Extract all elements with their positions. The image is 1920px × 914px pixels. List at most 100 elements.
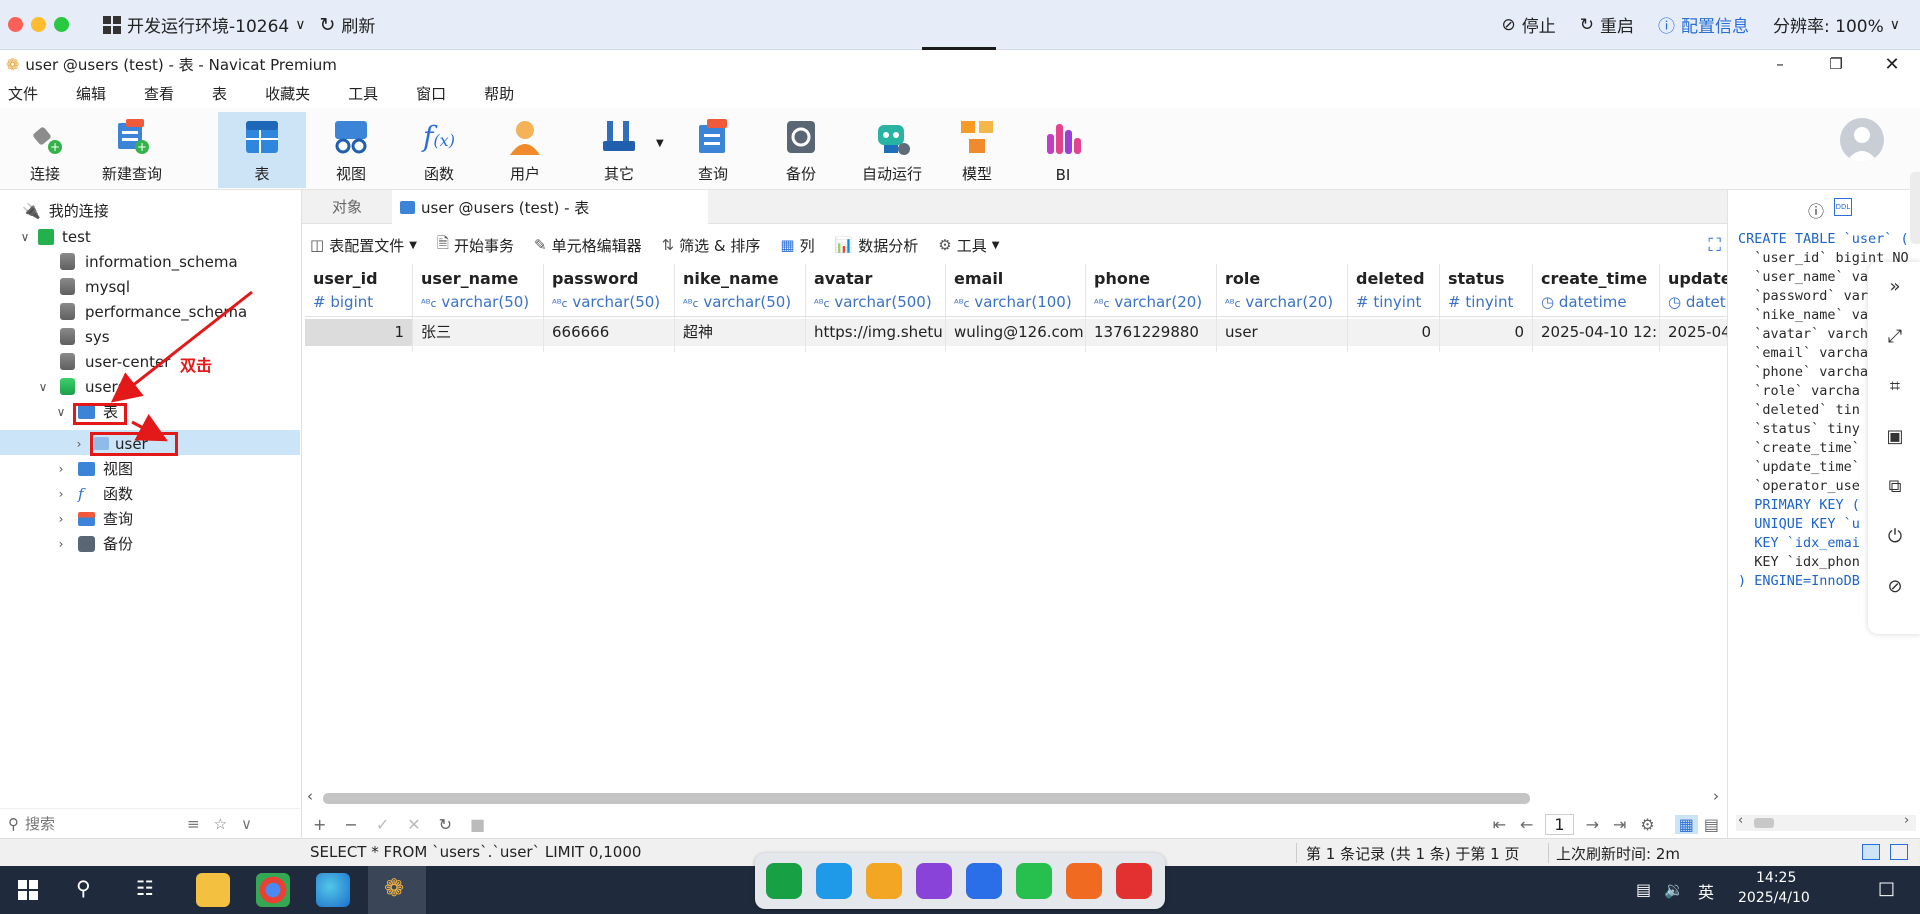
storage-app-icon[interactable]	[866, 863, 902, 899]
ddl-hscroll[interactable]: ‹ ›	[1736, 813, 1916, 831]
panel-left-icon[interactable]	[1862, 844, 1880, 860]
auto-run-button[interactable]: 自动运行	[852, 112, 932, 188]
chevron-right-icon[interactable]: ›	[54, 537, 68, 551]
menu-file[interactable]: 文件	[0, 83, 38, 104]
query-button[interactable]: 查询	[682, 112, 744, 188]
other-dropdown-icon[interactable]: ▼	[656, 138, 664, 149]
side-handle[interactable]	[1910, 172, 1920, 244]
desktop-app-icon[interactable]	[816, 863, 852, 899]
scroll-thumb[interactable]	[1754, 818, 1774, 828]
split-icon[interactable]: ⌗	[1884, 376, 1906, 398]
chat-app-icon[interactable]	[1016, 863, 1052, 899]
column-header[interactable]: avatar ᴬᴮc varchar(500) https://img.shet…	[806, 264, 946, 352]
file-explorer-icon[interactable]	[196, 873, 230, 907]
resolution-selector[interactable]: 分辨率: 100% ∨	[1773, 12, 1900, 38]
expand-icon[interactable]: »	[1884, 276, 1906, 298]
config-button[interactable]: ⓘ 配置信息	[1658, 12, 1749, 37]
column-header[interactable]: email ᴬᴮc varchar(100) wuling@126.com	[946, 264, 1086, 352]
other-button[interactable]: 其它	[588, 112, 650, 188]
restore-button[interactable]: ❐	[1808, 55, 1864, 73]
tab-user-table[interactable]: user @users (test) - 表	[392, 190, 708, 225]
network-icon[interactable]: ▤	[1636, 880, 1651, 899]
delete-row-icon[interactable]: −	[344, 815, 357, 834]
settings-app-icon[interactable]	[1066, 863, 1102, 899]
column-header[interactable]: update ◷ datet 2025-04-	[1660, 264, 1727, 352]
tree-backups-node[interactable]: › 备份	[54, 531, 133, 556]
cell-create-time[interactable]: 2025-04-10 12:	[1541, 319, 1657, 346]
bi-button[interactable]: BI	[1032, 112, 1094, 188]
scroll-thumb[interactable]	[323, 793, 1530, 804]
hide-eye-icon[interactable]: ⊘	[1884, 576, 1906, 598]
grid-view-icon[interactable]: ▦	[1674, 814, 1698, 834]
power-icon[interactable]: ⏻	[1884, 526, 1906, 548]
table-button[interactable]: 表	[218, 112, 306, 188]
column-header[interactable]: password ᴬᴮc varchar(50) 666666	[544, 264, 675, 352]
env-selector[interactable]: 开发运行环境-10264 ∨	[103, 12, 305, 37]
model-button[interactable]: 模型	[946, 112, 1008, 188]
ime-indicator[interactable]: 英	[1698, 879, 1714, 903]
minimize-button[interactable]: –	[1752, 55, 1808, 73]
apply-icon[interactable]: ✓	[376, 815, 389, 834]
chevron-right-icon[interactable]: ›	[1713, 787, 1719, 805]
notification-icon[interactable]: □	[1878, 878, 1895, 899]
column-header[interactable]: create_time ◷ datetime 2025-04-10 12:	[1533, 264, 1660, 352]
cell-status[interactable]: 0	[1514, 319, 1524, 346]
menu-window[interactable]: 窗口	[408, 83, 446, 104]
ai-app-icon[interactable]	[966, 863, 1002, 899]
settings-icon[interactable]: ⚙	[1640, 815, 1654, 834]
collapse-icon[interactable]: ∨	[241, 815, 252, 833]
cell-editor-button[interactable]: ✎ 单元格编辑器	[534, 235, 642, 256]
user-button[interactable]: 用户	[494, 112, 556, 188]
stop-icon[interactable]: ■	[470, 815, 485, 834]
new-query-button[interactable]: + 新建查询	[96, 112, 168, 188]
chrome-icon[interactable]	[256, 873, 290, 907]
chevron-right-icon[interactable]: ›	[54, 512, 68, 526]
navicat-task-button[interactable]: ❁	[368, 866, 426, 914]
tree-queries-node[interactable]: › 查询	[54, 506, 133, 531]
layout-icon[interactable]: ▣	[1884, 426, 1906, 448]
volume-icon[interactable]: 🔉	[1664, 880, 1684, 899]
cell-role[interactable]: user	[1225, 319, 1258, 346]
fullscreen-icon[interactable]: ⤢	[1884, 326, 1906, 348]
menu-view[interactable]: 查看	[136, 83, 174, 104]
search-input[interactable]	[25, 814, 175, 833]
info-icon[interactable]: ⓘ	[1808, 198, 1824, 222]
previous-page-icon[interactable]: ←	[1520, 815, 1533, 834]
task-view-icon[interactable]: ☷	[136, 876, 154, 900]
chevron-right-icon[interactable]: ›	[1904, 813, 1909, 828]
panel-right-icon[interactable]	[1890, 844, 1908, 860]
copy-icon[interactable]: ⧉	[1884, 476, 1906, 498]
column-header[interactable]: nike_name ᴬᴮc varchar(50) 超神	[675, 264, 806, 352]
cell-email[interactable]: wuling@126.com	[954, 319, 1084, 346]
stop-button[interactable]: ⊘ 停止	[1502, 12, 1556, 38]
columns-button[interactable]: ▦ 列	[780, 235, 814, 256]
sign-app-icon[interactable]	[766, 863, 802, 899]
column-header[interactable]: role ᴬᴮc varchar(20) user	[1217, 264, 1348, 352]
add-row-icon[interactable]: +	[313, 815, 326, 834]
function-button[interactable]: f(x) 函数	[408, 112, 470, 188]
column-header[interactable]: phone ᴬᴮc varchar(20) 13761229880	[1086, 264, 1217, 352]
next-page-icon[interactable]: →	[1586, 815, 1599, 834]
discard-icon[interactable]: ✕	[407, 815, 420, 834]
begin-transaction-button[interactable]: 🗎 开始事务	[437, 233, 514, 258]
star-icon[interactable]: ☆	[214, 815, 227, 833]
filter-sort-button[interactable]: ⇅ 筛选 & 排序	[662, 235, 761, 256]
chevron-left-icon[interactable]: ‹	[307, 787, 313, 805]
column-header[interactable]: deleted # tinyint 0	[1348, 264, 1440, 352]
minimize-dot-icon[interactable]	[31, 17, 46, 32]
cell-user-name[interactable]: 张三	[421, 319, 451, 346]
chevron-left-icon[interactable]: ‹	[1738, 813, 1743, 828]
column-header[interactable]: user_name ᴬᴮc varchar(50) 张三	[413, 264, 544, 352]
menu-tools[interactable]: 工具	[340, 83, 378, 104]
view-button[interactable]: 视图	[320, 112, 382, 188]
windows-start-icon[interactable]	[18, 880, 38, 900]
close-dot-icon[interactable]	[8, 17, 23, 32]
cell-phone[interactable]: 13761229880	[1094, 319, 1199, 346]
book-app-icon[interactable]	[916, 863, 952, 899]
filter-icon[interactable]: ≡	[187, 815, 200, 833]
menu-help[interactable]: 帮助	[476, 83, 514, 104]
backup-button[interactable]: 备份	[770, 112, 832, 188]
maximize-dot-icon[interactable]	[54, 17, 69, 32]
refresh-icon[interactable]: ↻	[439, 815, 452, 834]
power-app-icon[interactable]	[1116, 863, 1152, 899]
